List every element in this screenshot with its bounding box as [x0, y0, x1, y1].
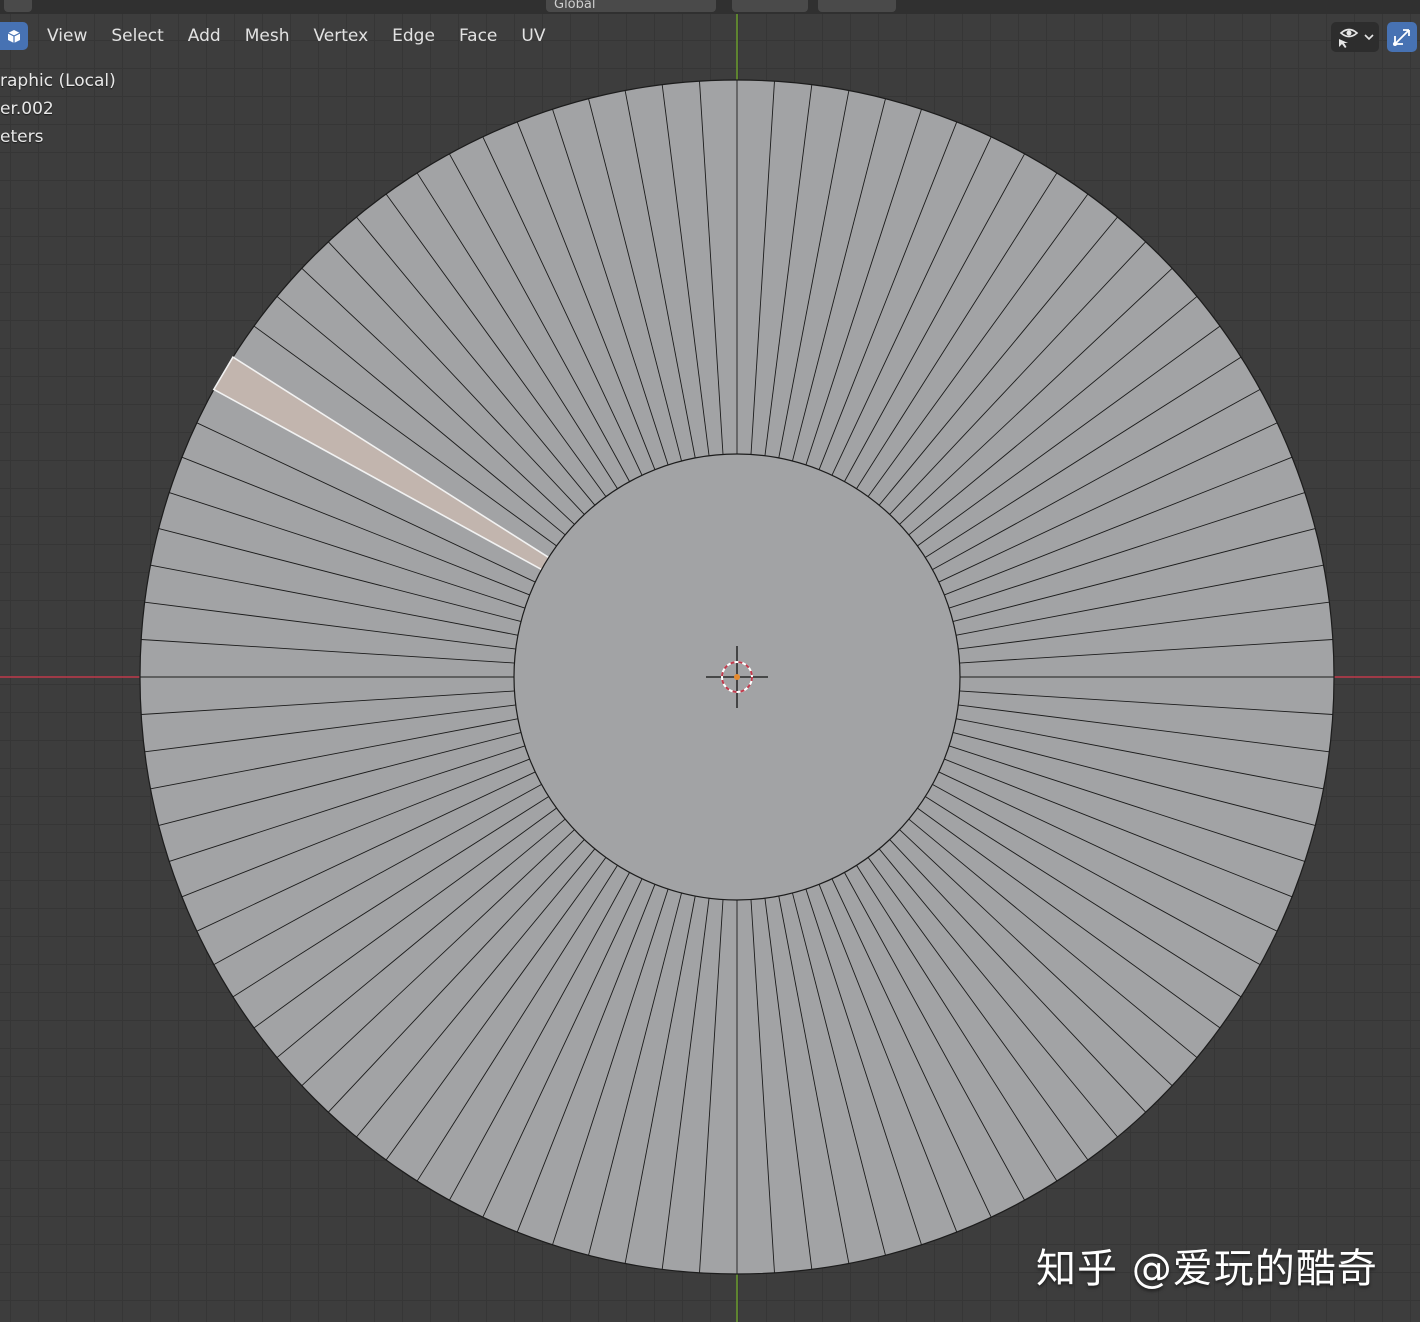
header-strip: Global	[0, 0, 1420, 14]
edit-mode-icon[interactable]	[0, 22, 28, 50]
view-name-label: raphic (Local)	[0, 71, 116, 91]
menu-add[interactable]: Add	[177, 22, 232, 50]
transform-orientation-dropdown[interactable]: Global	[546, 0, 682, 12]
menu-edge[interactable]: Edge	[381, 22, 446, 50]
menu-view[interactable]: View	[36, 22, 98, 50]
menu-select[interactable]: Select	[100, 22, 174, 50]
proportional-edit-icon[interactable]	[818, 0, 896, 12]
header-menu: View Select Add Mesh Vertex Edge Face UV	[36, 22, 556, 50]
menu-uv[interactable]: UV	[510, 22, 556, 50]
units-label: eters	[0, 127, 44, 147]
gizmo-icon	[1393, 29, 1410, 46]
editor-type-icon[interactable]	[4, 0, 32, 12]
selectability-visibility-dropdown[interactable]	[1331, 22, 1379, 52]
3d-viewport[interactable]: Global View Select Add Mesh Vertex Edge …	[0, 0, 1420, 1322]
menu-vertex[interactable]: Vertex	[302, 22, 379, 50]
menu-face[interactable]: Face	[448, 22, 508, 50]
eye-icon	[1339, 28, 1374, 48]
orientation-label: Global	[554, 0, 596, 12]
snap-icon[interactable]	[732, 0, 808, 12]
viewport-scene[interactable]	[0, 0, 1420, 1322]
pivot-point-icon[interactable]	[676, 0, 716, 12]
menu-mesh[interactable]: Mesh	[234, 22, 301, 50]
watermark: 知乎 @爱玩的酷奇	[1036, 1246, 1378, 1292]
object-name-label: er.002	[0, 99, 54, 119]
gizmo-toggle-button[interactable]	[1387, 22, 1417, 52]
